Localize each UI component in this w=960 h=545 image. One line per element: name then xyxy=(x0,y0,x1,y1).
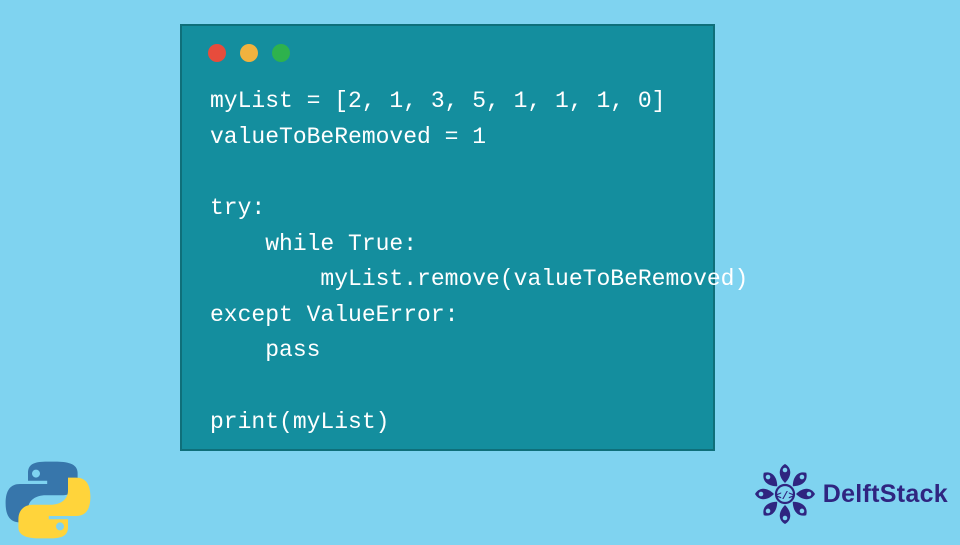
code-line: while True: xyxy=(210,231,417,257)
code-block: myList = [2, 1, 3, 5, 1, 1, 1, 0] valueT… xyxy=(182,62,713,440)
code-line: valueToBeRemoved = 1 xyxy=(210,124,486,150)
mandala-icon: </> xyxy=(753,462,817,526)
code-line: except ValueError: xyxy=(210,302,458,328)
code-line: myList = [2, 1, 3, 5, 1, 1, 1, 0] xyxy=(210,88,665,114)
python-icon xyxy=(0,460,96,540)
window-dot-maximize-icon xyxy=(272,44,290,62)
code-line: print(myList) xyxy=(210,409,389,435)
brand-name: DelftStack xyxy=(823,480,948,509)
code-line: myList.remove(valueToBeRemoved) xyxy=(210,266,748,292)
window-dot-close-icon xyxy=(208,44,226,62)
code-window: myList = [2, 1, 3, 5, 1, 1, 1, 0] valueT… xyxy=(180,24,715,451)
brand: </> DelftStack xyxy=(753,462,948,526)
code-line: try: xyxy=(210,195,265,221)
window-dot-minimize-icon xyxy=(240,44,258,62)
code-line: pass xyxy=(210,337,320,363)
window-titlebar xyxy=(182,26,713,62)
svg-text:</>: </> xyxy=(775,491,795,503)
